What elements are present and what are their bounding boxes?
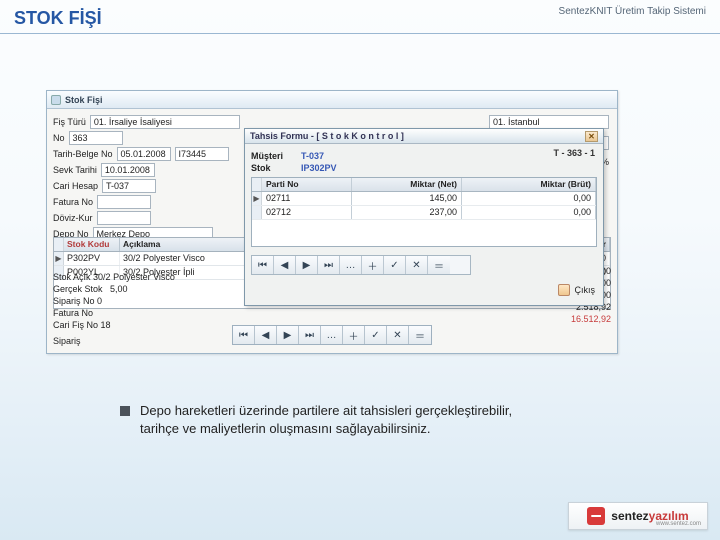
tarih-label: Tarih-Belge No — [53, 149, 113, 159]
bullet-icon — [120, 406, 130, 416]
nav-more-button[interactable]: … — [321, 326, 343, 344]
dlg-musteri-link[interactable]: T-037 — [301, 151, 324, 161]
sevk-label: Sevk Tarihi — [53, 165, 97, 175]
fistur-label: Fiş Türü — [53, 117, 86, 127]
dlg-musteri-label: Müşteri — [251, 151, 295, 161]
dialog-close-button[interactable]: ✕ — [585, 131, 598, 142]
bullet-text: Depo hareketleri üzerinde partilere ait … — [140, 402, 550, 437]
fatura-input[interactable] — [97, 195, 151, 209]
dlg-nav-last[interactable]: ⏭ — [318, 256, 340, 274]
dlg-col-mnet: Miktar (Net) — [352, 178, 462, 191]
nav-cancel-button[interactable]: ✕ — [387, 326, 409, 344]
dlg-stok-link[interactable]: IP302PV — [301, 163, 337, 173]
dlg-nav-add[interactable]: ＋ — [362, 256, 384, 274]
brand-url: www.sentez.com — [656, 521, 701, 527]
window-icon — [51, 95, 61, 105]
window-title: Stok Fişi — [65, 95, 103, 105]
brand-top-text: SentezKNIT Üretim Takip Sistemi — [559, 6, 706, 17]
nav-add-button[interactable]: ＋ — [343, 326, 365, 344]
isyeri-input[interactable]: 01. İstanbul — [489, 115, 609, 129]
doviz-input[interactable] — [97, 211, 151, 225]
belge-input[interactable]: I73445 — [175, 147, 229, 161]
dlg-col-parti: Parti No — [262, 178, 352, 191]
dlg-nav-accept[interactable]: ✓ — [384, 256, 406, 274]
record-navigator: ⏮ ◀ ▶ ⏭ … ＋ ✓ ✕ ＝ — [232, 325, 432, 345]
dlg-nav-cancel[interactable]: ✕ — [406, 256, 428, 274]
nav-first-button[interactable]: ⏮ — [233, 326, 255, 344]
dialog-row[interactable]: ▶ 02711 145,00 0,00 — [252, 192, 596, 206]
tahsis-dialog: Tahsis Formu - [ S t o k K o n t r o l ]… — [244, 128, 604, 306]
tarih-input[interactable]: 05.01.2008 — [117, 147, 171, 161]
doviz-label: Döviz-Kur — [53, 213, 93, 223]
cari-label: Cari Hesap — [53, 181, 98, 191]
window-titlebar: Stok Fişi — [47, 91, 617, 109]
sevk-input[interactable]: 10.01.2008 — [101, 163, 155, 177]
nav-equals-button[interactable]: ＝ — [409, 326, 431, 344]
dialog-titlebar: Tahsis Formu - [ S t o k K o n t r o l ]… — [245, 129, 603, 144]
description-bullet: Depo hareketleri üzerinde partilere ait … — [120, 402, 550, 437]
fistur-input[interactable]: 01. İrsaliye İsaliyesi — [90, 115, 240, 129]
row-pointer-icon: ▶ — [252, 192, 262, 205]
fatura-label: Fatura No — [53, 197, 93, 207]
nav-last-button[interactable]: ⏭ — [299, 326, 321, 344]
dlg-nav-next[interactable]: ▶ — [296, 256, 318, 274]
dlg-nav-equals[interactable]: ＝ — [428, 256, 450, 274]
dialog-exit-button[interactable]: Çıkış — [558, 284, 595, 296]
brand-footer-logo: sentezyazılım www.sentez.com — [568, 502, 708, 530]
dialog-ref-no: T - 363 - 1 — [553, 148, 595, 158]
dlg-nav-first[interactable]: ⏮ — [252, 256, 274, 274]
dlg-nav-prev[interactable]: ◀ — [274, 256, 296, 274]
cari-input[interactable]: T-037 — [102, 179, 156, 193]
nav-accept-button[interactable]: ✓ — [365, 326, 387, 344]
dialog-title: Tahsis Formu - [ S t o k K o n t r o l ] — [250, 131, 404, 141]
col-stokkodu: Stok Kodu — [64, 238, 120, 251]
no-input[interactable]: 363 — [69, 131, 123, 145]
no-label: No — [53, 133, 65, 143]
brand-mark-icon — [587, 507, 605, 525]
nav-next-button[interactable]: ▶ — [277, 326, 299, 344]
dialog-grid[interactable]: Parti No Miktar (Net) Miktar (Brüt) ▶ 02… — [251, 177, 597, 247]
dialog-row[interactable]: 02712 237,00 0,00 — [252, 206, 596, 220]
nav-prev-button[interactable]: ◀ — [255, 326, 277, 344]
exit-icon — [558, 284, 570, 296]
dialog-navigator: ⏮ ◀ ▶ ⏭ … ＋ ✓ ✕ ＝ — [251, 255, 471, 275]
dlg-nav-more[interactable]: … — [340, 256, 362, 274]
dlg-stok-label: Stok — [251, 163, 295, 173]
dlg-col-mbrut: Miktar (Brüt) — [462, 178, 596, 191]
row-pointer-icon: ▶ — [54, 252, 64, 265]
